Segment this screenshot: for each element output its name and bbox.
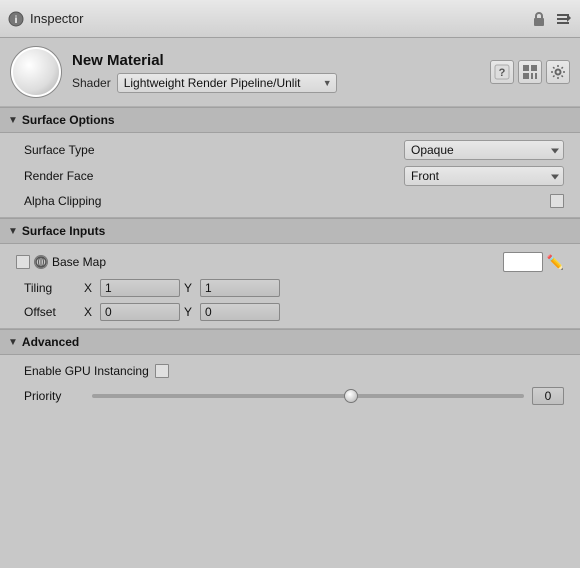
base-map-row: Base Map ✏️ (0, 248, 580, 276)
priority-slider-wrapper (92, 387, 524, 405)
material-header: New Material Shader Lightweight Render P… (0, 38, 580, 107)
surface-inputs-arrow: ▼ (8, 226, 18, 237)
gpu-instancing-checkbox[interactable] (155, 364, 169, 378)
render-face-value: Front (404, 166, 564, 186)
surface-options-arrow: ▼ (8, 115, 18, 126)
alpha-clipping-value (550, 194, 564, 208)
surface-inputs-title: Surface Inputs (22, 224, 105, 238)
gpu-instancing-label: Enable GPU Instancing (24, 364, 149, 378)
material-actions: ? (490, 60, 570, 84)
surface-type-dropdown[interactable]: Opaque (404, 140, 564, 160)
tiling-row: Tiling X Y (0, 276, 580, 300)
advanced-content: Enable GPU Instancing Priority 0 (0, 355, 580, 413)
tiling-x-label: X (84, 281, 96, 295)
advanced-arrow: ▼ (8, 337, 18, 348)
svg-text:i: i (15, 15, 18, 26)
shader-label: Shader (72, 76, 111, 90)
svg-text:?: ? (499, 67, 506, 79)
offset-x-label: X (84, 305, 96, 319)
offset-y-label: Y (184, 305, 196, 319)
priority-row: Priority 0 (0, 383, 580, 409)
shader-dropdown[interactable]: Lightweight Render Pipeline/Unlit (117, 73, 337, 93)
offset-y-input[interactable] (200, 303, 280, 321)
tiling-fields: X Y (84, 279, 280, 297)
render-face-dropdown-wrapper[interactable]: Front (404, 166, 564, 186)
preview-sphere (13, 49, 59, 95)
alpha-clipping-checkbox[interactable] (550, 194, 564, 208)
title-bar-left: i Inspector (8, 11, 83, 27)
advanced-title: Advanced (22, 335, 79, 349)
tiling-y-label: Y (184, 281, 196, 295)
material-name: New Material (72, 52, 480, 69)
offset-label: Offset (24, 305, 84, 319)
render-face-label: Render Face (24, 169, 404, 183)
material-preview (10, 46, 62, 98)
render-face-row: Render Face Front (0, 163, 580, 189)
base-map-label: Base Map (52, 255, 503, 269)
surface-type-row: Surface Type Opaque (0, 137, 580, 163)
advanced-header[interactable]: ▼ Advanced (0, 329, 580, 355)
surface-type-label: Surface Type (24, 143, 404, 157)
render-face-dropdown[interactable]: Front (404, 166, 564, 186)
alpha-clipping-label: Alpha Clipping (24, 194, 550, 208)
help-button[interactable]: ? (490, 60, 514, 84)
material-info: New Material Shader Lightweight Render P… (72, 52, 480, 93)
offset-x-input[interactable] (100, 303, 180, 321)
base-map-checkbox[interactable] (16, 255, 30, 269)
priority-label: Priority (24, 389, 84, 403)
priority-value: 0 (532, 387, 564, 405)
surface-type-dropdown-wrapper[interactable]: Opaque (404, 140, 564, 160)
base-map-color-swatch[interactable] (503, 252, 543, 272)
surface-options-content: Surface Type Opaque Render Face Front Al… (0, 133, 580, 217)
surface-options-title: Surface Options (22, 113, 115, 127)
offset-row: Offset X Y (0, 300, 580, 324)
settings-button[interactable] (546, 60, 570, 84)
tiling-label: Tiling (24, 281, 84, 295)
shader-dropdown-wrapper[interactable]: Lightweight Render Pipeline/Unlit (117, 73, 337, 93)
title-bar-actions (530, 10, 572, 28)
surface-type-value: Opaque (404, 140, 564, 160)
menu-icon[interactable] (554, 10, 572, 28)
base-map-circle-icon (34, 255, 48, 269)
layout-button[interactable] (518, 60, 542, 84)
surface-inputs-header[interactable]: ▼ Surface Inputs (0, 218, 580, 244)
gpu-instancing-row: Enable GPU Instancing (0, 359, 580, 383)
tiling-y-input[interactable] (200, 279, 280, 297)
alpha-clipping-row: Alpha Clipping (0, 189, 580, 213)
shader-row: Shader Lightweight Render Pipeline/Unlit (72, 73, 480, 93)
title-bar: i Inspector (0, 0, 580, 38)
surface-inputs-content: Base Map ✏️ Tiling X Y Offset X Y (0, 244, 580, 328)
offset-fields: X Y (84, 303, 280, 321)
tiling-x-input[interactable] (100, 279, 180, 297)
lock-icon[interactable] (530, 10, 548, 28)
surface-options-header[interactable]: ▼ Surface Options (0, 107, 580, 133)
info-icon: i (8, 11, 24, 27)
window-title: Inspector (30, 11, 83, 26)
pencil-icon[interactable]: ✏️ (547, 254, 564, 271)
